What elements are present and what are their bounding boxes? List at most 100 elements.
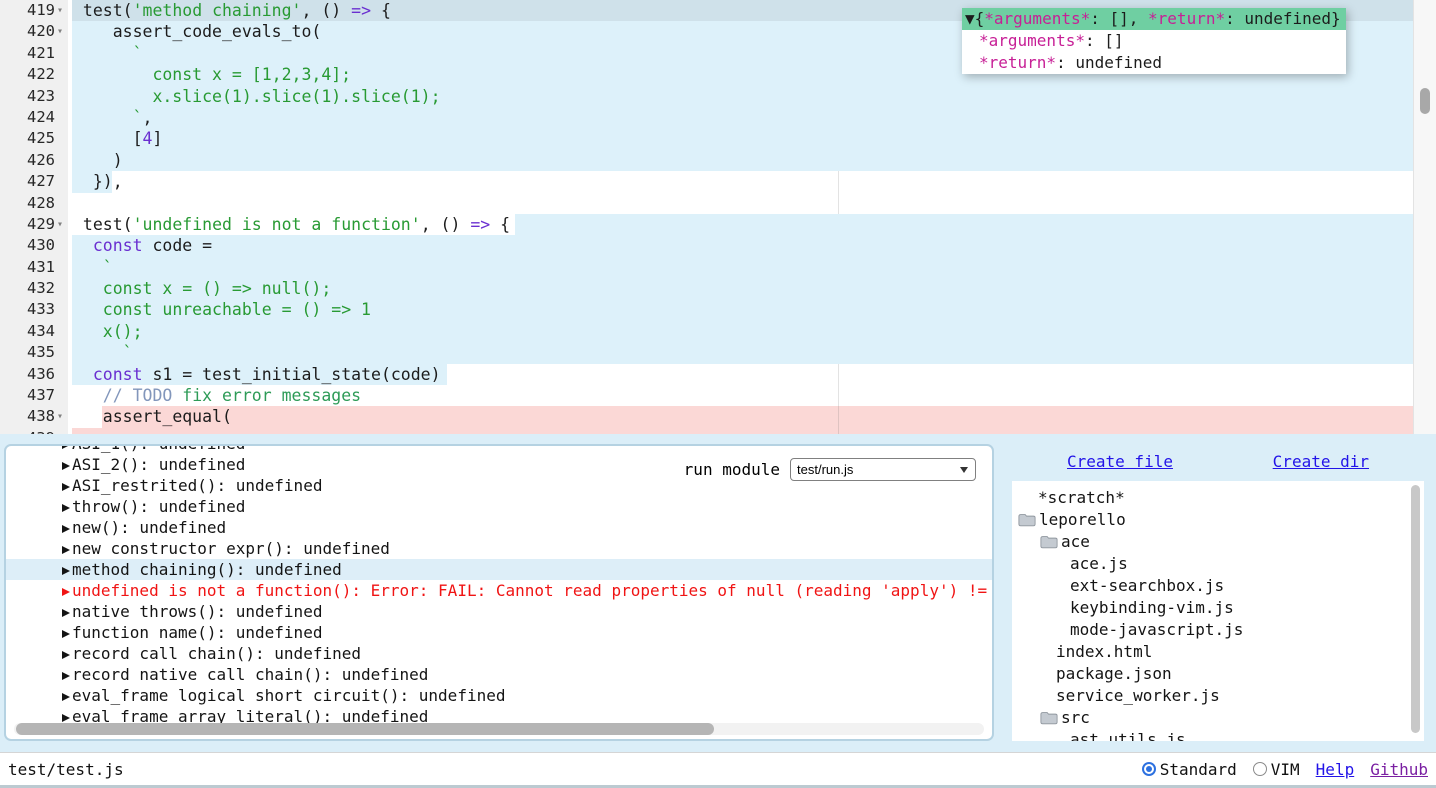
line-number-cell[interactable]: 424 xyxy=(0,107,68,128)
code-line[interactable] xyxy=(68,428,1413,434)
line-number-cell[interactable]: 432 xyxy=(0,278,68,299)
create-dir-button[interactable]: Create dir xyxy=(1273,452,1369,471)
radio-button[interactable] xyxy=(1253,762,1267,776)
tooltip-summary[interactable]: ▼{*arguments*: [], *return*: undefined} xyxy=(962,8,1346,30)
line-number-cell[interactable]: 434 xyxy=(0,321,68,342)
line-number-cell[interactable]: 436 xyxy=(0,364,68,385)
code-line[interactable]: test('undefined is not a function', () =… xyxy=(68,214,1413,235)
editor-vertical-scrollbar[interactable] xyxy=(1413,0,1436,434)
line-number-cell[interactable]: 421 xyxy=(0,43,68,64)
line-number-cell[interactable]: 433 xyxy=(0,299,68,320)
code-line[interactable]: ) xyxy=(68,150,1413,171)
line-number-cell[interactable]: 435 xyxy=(0,342,68,363)
line-number-cell[interactable]: 422 xyxy=(0,64,68,85)
tooltip-entry[interactable]: *return*: undefined xyxy=(962,52,1346,74)
console-row[interactable]: native throws(): undefined xyxy=(6,601,992,622)
expand-triangle-icon[interactable] xyxy=(62,567,70,575)
console-row[interactable]: eval_frame logical short circuit(): unde… xyxy=(6,685,992,706)
expand-triangle-icon[interactable] xyxy=(62,546,70,554)
module-select[interactable]: test/run.js xyxy=(790,458,976,481)
console-row[interactable]: undefined is not a function(): Error: FA… xyxy=(6,580,992,601)
code-editor[interactable]: 419▾test('method chaining', () => {420▾a… xyxy=(0,0,1436,434)
tree-item[interactable]: ext-searchbox.js xyxy=(1012,575,1424,597)
console-row[interactable]: throw(): undefined xyxy=(6,496,992,517)
code-line[interactable]: const s1 = test_initial_state(code) xyxy=(68,364,1413,385)
console-row[interactable]: function name(): undefined xyxy=(6,622,992,643)
keybinding-mode-option[interactable]: VIM xyxy=(1253,760,1300,779)
tree-item[interactable]: leporello xyxy=(1012,509,1424,531)
tree-item[interactable]: keybinding-vim.js xyxy=(1012,597,1424,619)
line-number-cell[interactable]: 437 xyxy=(0,385,68,406)
code-line[interactable]: ` xyxy=(68,257,1413,278)
line-number-cell[interactable]: 420▾ xyxy=(0,21,68,42)
expand-triangle-icon[interactable] xyxy=(62,483,70,491)
line-number-cell[interactable]: 427 xyxy=(0,171,68,192)
fold-marker[interactable]: ▾ xyxy=(55,21,68,42)
tree-item[interactable]: service_worker.js xyxy=(1012,685,1424,707)
code-line[interactable]: // TODO fix error messages xyxy=(68,385,1413,406)
tree-item[interactable]: ace xyxy=(1012,531,1424,553)
help-link[interactable]: Help xyxy=(1316,760,1355,779)
line-number-cell[interactable]: 439 xyxy=(0,428,68,434)
tree-scrollbar-thumb[interactable] xyxy=(1411,485,1420,733)
line-number-cell[interactable]: 419▾ xyxy=(0,0,68,21)
console-row[interactable]: record native call chain(): undefined xyxy=(6,664,992,685)
code-line[interactable]: [4] xyxy=(68,128,1413,149)
code-line[interactable]: `, xyxy=(68,107,1413,128)
expand-triangle-icon[interactable] xyxy=(62,462,70,470)
code-line[interactable]: ` xyxy=(68,342,1413,363)
console-row[interactable]: record call chain(): undefined xyxy=(6,643,992,664)
editor-scrollbar-thumb[interactable] xyxy=(1420,88,1430,114)
line-number: 429 xyxy=(27,214,55,235)
console-scrollbar-thumb[interactable] xyxy=(16,723,714,735)
console-row[interactable]: method chaining(): undefined xyxy=(6,559,992,580)
expand-triangle-icon[interactable] xyxy=(62,714,70,722)
tree-item[interactable]: mode-javascript.js xyxy=(1012,619,1424,641)
tree-item[interactable]: index.html xyxy=(1012,641,1424,663)
expand-triangle-icon[interactable] xyxy=(62,630,70,638)
tree-item[interactable]: ast_utils.js xyxy=(1012,729,1424,741)
print-margin-line xyxy=(838,171,839,214)
tooltip-entry[interactable]: *arguments*: [] xyxy=(962,30,1346,52)
expand-triangle-icon[interactable] xyxy=(62,651,70,659)
console-row-text: record native call chain(): undefined xyxy=(72,665,428,684)
code-line[interactable]: x(); xyxy=(68,321,1413,342)
line-number-cell[interactable]: 430 xyxy=(0,235,68,256)
console-row[interactable]: new constructor expr(): undefined xyxy=(6,538,992,559)
expand-triangle-icon[interactable] xyxy=(62,693,70,701)
line-number-cell[interactable]: 429▾ xyxy=(0,214,68,235)
create-file-button[interactable]: Create file xyxy=(1067,452,1173,471)
tree-item[interactable]: ace.js xyxy=(1012,553,1424,575)
code-line[interactable]: }), xyxy=(68,171,1413,192)
line-number-cell[interactable]: 438▾ xyxy=(0,406,68,427)
code-line[interactable]: const code = xyxy=(68,235,1413,256)
expand-triangle-icon[interactable] xyxy=(62,504,70,512)
code-line[interactable]: const x = () => null(); xyxy=(68,278,1413,299)
console-horizontal-scrollbar[interactable] xyxy=(14,723,984,735)
line-number-cell[interactable]: 425 xyxy=(0,128,68,149)
code-line[interactable]: const unreachable = () => 1 xyxy=(68,299,1413,320)
console-row[interactable]: new(): undefined xyxy=(6,517,992,538)
code-line[interactable]: assert_equal( xyxy=(68,406,1413,427)
expand-triangle-icon[interactable] xyxy=(62,672,70,680)
github-link[interactable]: Github xyxy=(1370,760,1428,779)
tree-item[interactable]: *scratch* xyxy=(1012,487,1424,509)
expand-triangle-icon[interactable] xyxy=(62,609,70,617)
console-row[interactable]: ASI_1(): undefined xyxy=(6,444,992,454)
expand-triangle-icon[interactable] xyxy=(62,525,70,533)
fold-marker[interactable]: ▾ xyxy=(55,0,68,21)
tree-item[interactable]: src xyxy=(1012,707,1424,729)
fold-marker[interactable]: ▾ xyxy=(55,214,68,235)
expand-triangle-icon[interactable] xyxy=(62,444,70,449)
radio-button[interactable] xyxy=(1142,762,1156,776)
code-line[interactable]: x.slice(1).slice(1).slice(1); xyxy=(68,86,1413,107)
fold-marker[interactable]: ▾ xyxy=(55,406,68,427)
line-number-cell[interactable]: 423 xyxy=(0,86,68,107)
keybinding-mode-option[interactable]: Standard xyxy=(1142,760,1237,779)
tree-item[interactable]: package.json xyxy=(1012,663,1424,685)
line-number-cell[interactable]: 426 xyxy=(0,150,68,171)
line-number-cell[interactable]: 431 xyxy=(0,257,68,278)
code-line[interactable] xyxy=(68,193,1413,214)
expand-triangle-icon[interactable] xyxy=(62,588,70,596)
line-number-cell[interactable]: 428 xyxy=(0,193,68,214)
